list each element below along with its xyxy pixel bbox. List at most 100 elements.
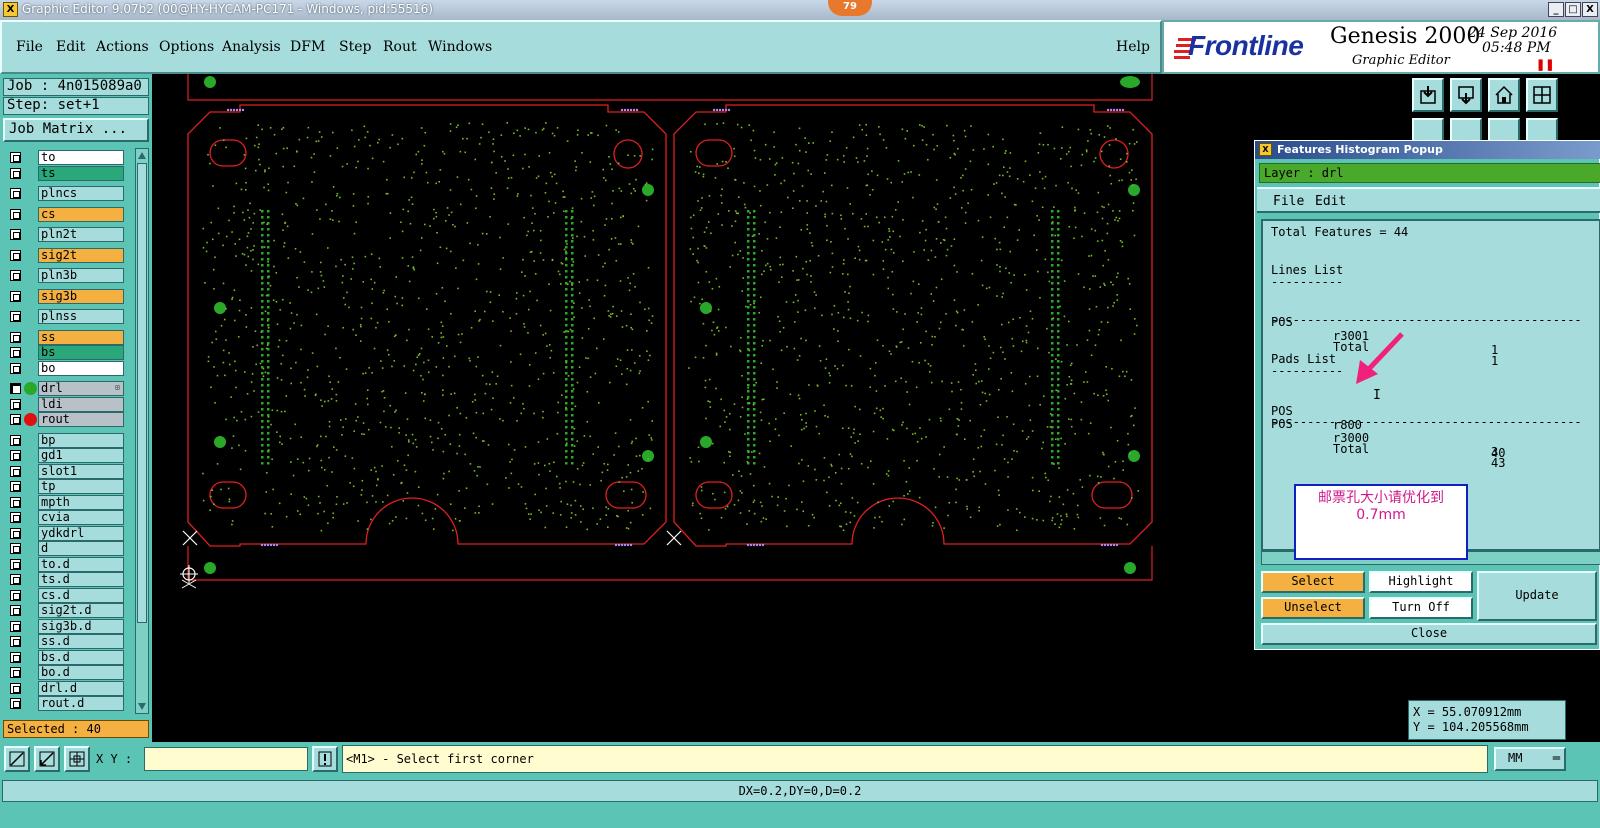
layer-row-drl-d[interactable]: drl.d (4, 680, 134, 696)
layer-row-bp[interactable]: bp (4, 432, 134, 448)
menu-help[interactable]: Help (1116, 39, 1150, 55)
layer-checkbox[interactable] (10, 167, 21, 179)
layer-row-cs[interactable]: cs (4, 206, 134, 222)
layer-name[interactable]: sig3b (38, 288, 124, 304)
layer-name[interactable]: plnss (38, 309, 124, 324)
layer-checkbox[interactable] (10, 620, 21, 632)
layer-checkbox[interactable] (10, 512, 21, 523)
layer-scrollbar[interactable] (135, 148, 149, 714)
menu-file[interactable]: File (16, 39, 43, 55)
zoom-tool-button[interactable] (4, 746, 30, 772)
layer-name[interactable]: cs (38, 206, 124, 222)
layer-row-to[interactable]: to (4, 150, 134, 165)
layer-checkbox[interactable] (10, 496, 21, 508)
layer-row-pln2t[interactable]: pln2t (4, 227, 134, 242)
layer-name[interactable]: sig2t (38, 247, 124, 263)
menu-actions[interactable]: Actions (96, 39, 149, 55)
layer-row-cvia[interactable]: cvia (4, 510, 134, 525)
menu-analysis[interactable]: Analysis (222, 39, 281, 55)
graphic-canvas[interactable] (152, 74, 1408, 742)
menu-rout[interactable]: Rout (383, 39, 417, 55)
layer-name[interactable]: sig3b.d (38, 618, 124, 634)
layer-row-gd1[interactable]: gd1 (4, 448, 134, 463)
layer-row-slot1[interactable]: slot1 (4, 463, 134, 479)
pcb-drawing[interactable] (152, 74, 1408, 742)
close-popup-button[interactable]: Close (1261, 623, 1597, 645)
layer-checkbox[interactable] (10, 605, 21, 616)
layer-checkbox[interactable] (10, 331, 21, 343)
layer-row-sig3b[interactable]: sig3b (4, 288, 134, 304)
layer-row-ts[interactable]: ts (4, 165, 134, 181)
layer-name[interactable]: bp (38, 432, 124, 448)
notification-badge[interactable]: 79 (828, 0, 872, 16)
layer-checkbox[interactable] (10, 543, 21, 554)
layer-name[interactable]: to.d (38, 556, 124, 572)
select-button[interactable]: Select (1261, 571, 1365, 593)
layer-name[interactable]: ldi (38, 396, 124, 412)
scroll-down-icon[interactable] (138, 703, 146, 710)
layer-name[interactable]: pln3b (38, 268, 124, 283)
layer-checkbox[interactable] (10, 414, 21, 425)
layer-row-mpth[interactable]: mpth (4, 494, 134, 510)
layer-checkbox[interactable] (10, 270, 21, 281)
maximize-button[interactable]: □ (1565, 2, 1581, 17)
import-button[interactable] (1412, 78, 1444, 112)
layout-button[interactable] (1526, 78, 1558, 112)
layer-checkbox[interactable] (10, 434, 21, 446)
layer-row-ss-d[interactable]: ss.d (4, 634, 134, 649)
popup-menu-edit[interactable]: Edit (1315, 194, 1346, 209)
layer-name[interactable]: ss.d (38, 634, 124, 649)
layer-name[interactable]: d (38, 541, 124, 556)
layer-checkbox[interactable] (10, 383, 21, 394)
layer-row-sig3b-d[interactable]: sig3b.d (4, 618, 134, 634)
layer-name[interactable]: ts (38, 165, 124, 181)
layer-row-pln3b[interactable]: pln3b (4, 268, 134, 283)
layer-row-d[interactable]: d (4, 541, 134, 556)
layer-checkbox[interactable] (10, 465, 21, 477)
export-button[interactable] (1450, 78, 1482, 112)
layer-checkbox[interactable] (10, 527, 21, 539)
layer-row-rout-d[interactable]: rout.d (4, 696, 134, 711)
layer-row-to-d[interactable]: to.d (4, 556, 134, 572)
layer-checkbox[interactable] (10, 152, 21, 163)
scroll-up-icon[interactable] (138, 152, 146, 159)
popup-menu-file[interactable]: File (1273, 194, 1304, 209)
layer-name[interactable]: pln2t (38, 227, 124, 242)
layer-checkbox[interactable] (10, 290, 21, 302)
menu-edit[interactable]: Edit (56, 39, 85, 55)
layer-name[interactable]: tp (38, 479, 124, 494)
layer-row-rout[interactable]: rout (4, 412, 134, 427)
job-matrix-button[interactable]: Job Matrix ... (3, 118, 149, 142)
layer-name[interactable]: rout (38, 412, 124, 427)
layer-name[interactable]: ss (38, 329, 124, 345)
popup-title-bar[interactable]: X Features Histogram Popup (1255, 141, 1600, 159)
layer-name[interactable]: slot1 (38, 463, 124, 479)
layer-name[interactable]: sig2t.d (38, 603, 124, 618)
layer-checkbox[interactable] (10, 636, 21, 647)
layer-name[interactable]: bo (38, 360, 124, 376)
layer-name[interactable]: rout.d (38, 696, 124, 711)
alert-button[interactable] (312, 746, 338, 772)
layer-name[interactable]: drl.d (38, 680, 124, 696)
layer-row-cs-d[interactable]: cs.d (4, 587, 134, 603)
layer-name[interactable]: mpth (38, 494, 124, 510)
layer-row-ldi[interactable]: ldi (4, 396, 134, 412)
layer-name[interactable]: bs.d (38, 649, 124, 665)
layer-checkbox[interactable] (10, 229, 21, 240)
layer-checkbox[interactable] (10, 667, 21, 678)
layer-row-tp[interactable]: tp (4, 479, 134, 494)
menu-step[interactable]: Step (339, 39, 371, 55)
home-button[interactable] (1488, 78, 1520, 112)
menu-dfm[interactable]: DFM (290, 39, 325, 55)
turn-off-button[interactable]: Turn Off (1369, 597, 1473, 619)
layer-row-ydkdrl[interactable]: ydkdrl (4, 525, 134, 541)
layer-checkbox[interactable] (10, 682, 21, 694)
layer-checkbox[interactable] (10, 347, 21, 358)
update-button[interactable]: Update (1477, 571, 1597, 621)
layer-checkbox[interactable] (10, 362, 21, 374)
layer-checkbox[interactable] (10, 481, 21, 492)
layer-checkbox[interactable] (10, 450, 21, 461)
layer-name[interactable]: gd1 (38, 448, 124, 463)
pause-icon[interactable]: ❚❚ (1536, 58, 1554, 71)
layer-name[interactable]: bs (38, 345, 124, 360)
